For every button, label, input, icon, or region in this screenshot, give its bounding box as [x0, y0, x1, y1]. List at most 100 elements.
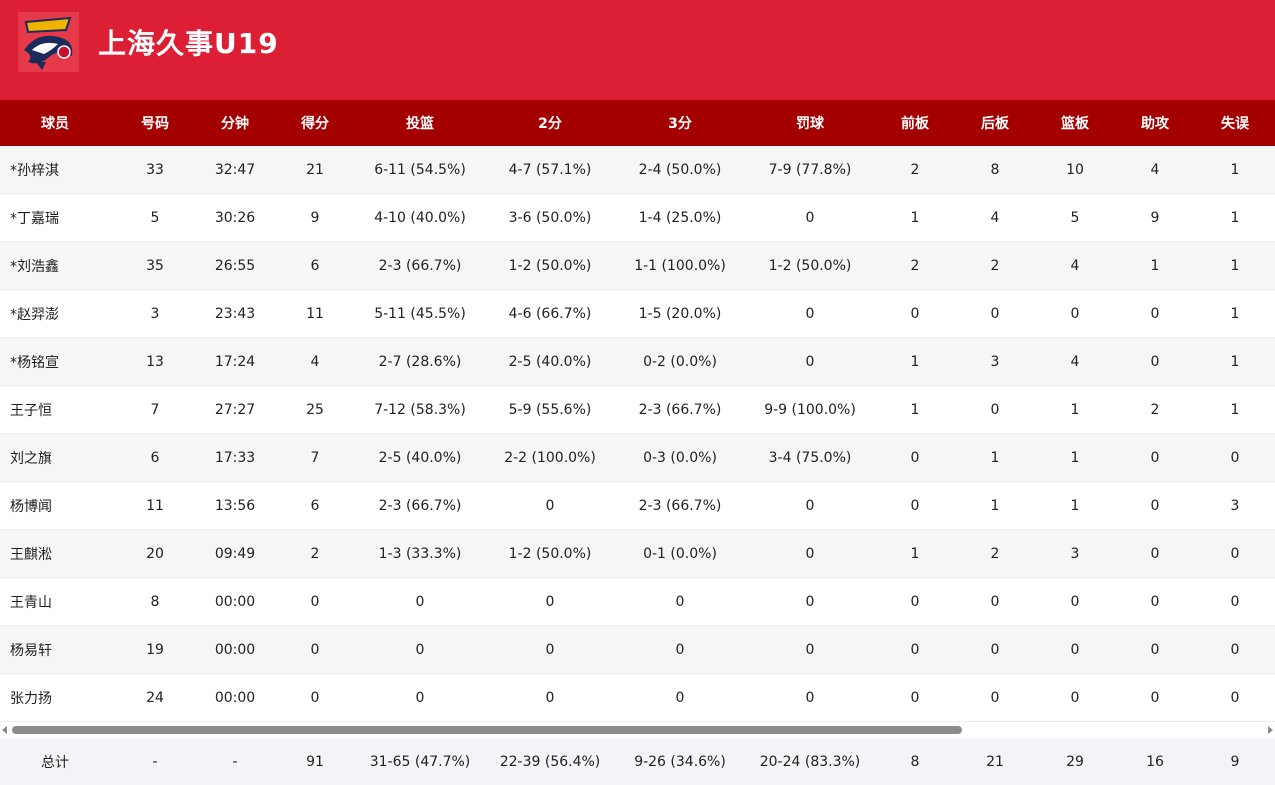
stat-cell: 0: [805, 305, 815, 322]
shark-logo-icon: [18, 12, 79, 72]
player-name: 张力扬: [10, 690, 52, 707]
stat-cell: 1: [1230, 209, 1240, 226]
stat-cell: 0: [910, 305, 920, 322]
scroll-thumb[interactable]: [12, 726, 962, 734]
stat-cell: 0: [1230, 689, 1240, 706]
stat-cell: 0: [1150, 545, 1160, 562]
stat-cell: 0: [310, 641, 320, 658]
horizontal-scrollbar[interactable]: [0, 722, 1275, 738]
stat-cell: 1: [990, 497, 1000, 514]
scroll-left-icon[interactable]: [2, 726, 7, 734]
total-cell: 31-65 (47.7%): [369, 753, 471, 770]
total-cell: 91: [306, 753, 324, 770]
table-row[interactable]: *赵羿澎 3 23:43 11 5-11 (45.5%) 4-6 (66.7%) 1-5 (…: [0, 290, 1275, 338]
stat-cell: 0: [545, 641, 555, 658]
player-name: 杨博闻: [10, 498, 52, 515]
total-cell: -: [152, 753, 158, 770]
column-header: 球员: [41, 116, 69, 132]
stat-cell: 0: [805, 593, 815, 610]
stat-cell: 0-2 (0.0%): [643, 353, 717, 370]
stat-cell: 1: [1150, 257, 1160, 274]
stat-cell: 11: [306, 305, 324, 322]
stat-cell: 6: [150, 449, 160, 466]
stat-cell: 7-12 (58.3%): [374, 401, 466, 418]
stat-cell: 2-2 (100.0%): [504, 449, 596, 466]
stat-cell: 23:43: [214, 305, 256, 322]
stat-cell: 6-11 (54.5%): [374, 161, 466, 178]
stat-cell: 5: [1070, 209, 1080, 226]
stat-cell: 0: [1070, 689, 1080, 706]
stat-cell: 2-3 (66.7%): [638, 497, 722, 514]
stat-cell: 3: [150, 305, 160, 322]
stat-cell: 9: [310, 209, 320, 226]
stat-cell: 1-2 (50.0%): [768, 257, 852, 274]
column-header: 2分: [538, 116, 562, 132]
stat-cell: 2-3 (66.7%): [378, 497, 462, 514]
stat-cell: 00:00: [214, 641, 256, 658]
stat-cell: 11: [146, 497, 164, 514]
stat-cell: 1-5 (20.0%): [638, 305, 722, 322]
stat-cell: 0: [990, 689, 1000, 706]
stat-cell: 0: [805, 689, 815, 706]
table-row[interactable]: *刘浩鑫 35 26:55 6 2-3 (66.7%) 1-2 (50.0%) 1-1 (1…: [0, 242, 1275, 290]
stat-cell: 1-1 (100.0%): [634, 257, 726, 274]
stat-cell: 35: [146, 257, 164, 274]
stat-cell: 0: [805, 545, 815, 562]
player-rows: *孙梓淇 33 32:47 21 6-11 (54.5%) 4-7 (57.1%) 2-4 …: [0, 146, 1275, 722]
stat-cell: 5: [150, 209, 160, 226]
table-row[interactable]: 刘之旗 6 17:33 7 2-5 (40.0%) 2-2 (100.0%) 0-3 (0.…: [0, 434, 1275, 482]
stat-cell: 13:56: [214, 497, 256, 514]
stat-cell: 3: [1230, 497, 1240, 514]
stat-cell: 0: [1150, 353, 1160, 370]
stat-cell: 1: [1230, 353, 1240, 370]
table-row[interactable]: *杨铭宣 13 17:24 4 2-7 (28.6%) 2-5 (40.0%) 0-2 (0…: [0, 338, 1275, 386]
stat-cell: 5-11 (45.5%): [374, 305, 466, 322]
stat-cell: 13: [146, 353, 164, 370]
stat-cell: 0: [1150, 689, 1160, 706]
player-name: *丁嘉瑞: [10, 210, 59, 227]
stat-cell: 27:27: [214, 401, 256, 418]
table-row[interactable]: *孙梓淇 33 32:47 21 6-11 (54.5%) 4-7 (57.1%) 2-4 …: [0, 146, 1275, 194]
stat-cell: 0: [675, 593, 685, 610]
stat-cell: 1: [910, 353, 920, 370]
table-row[interactable]: 王青山 8 00:00 0 0 0 0 0 0 0 0 0 0: [0, 578, 1275, 626]
scroll-right-icon[interactable]: [1268, 726, 1273, 734]
stat-cell: 4: [990, 209, 1000, 226]
column-header: 号码: [141, 116, 169, 132]
stat-cell: 2-3 (66.7%): [378, 257, 462, 274]
total-cell: 20-24 (83.3%): [759, 753, 861, 770]
stat-cell: 0: [675, 641, 685, 658]
stat-cell: 0: [415, 689, 425, 706]
stat-cell: 2: [910, 161, 920, 178]
column-header: 分钟: [221, 116, 249, 132]
total-cell: 16: [1146, 753, 1164, 770]
stat-cell: 3-6 (50.0%): [508, 209, 592, 226]
stat-cell: 0: [1070, 641, 1080, 658]
stat-cell: 0-3 (0.0%): [643, 449, 717, 466]
stat-cell: 19: [146, 641, 164, 658]
stat-cell: 2-5 (40.0%): [378, 449, 462, 466]
player-name: 王麒淞: [10, 546, 52, 563]
table-row[interactable]: *丁嘉瑞 5 30:26 9 4-10 (40.0%) 3-6 (50.0%) 1-4 (2…: [0, 194, 1275, 242]
table-row[interactable]: 杨易轩 19 00:00 0 0 0 0 0 0 0 0 0 0: [0, 626, 1275, 674]
table-row[interactable]: 杨博闻 11 13:56 6 2-3 (66.7%) 0 2-3 (66.7%) 0 0 1 1 0 3: [0, 482, 1275, 530]
stat-cell: 30:26: [214, 209, 256, 226]
table-row[interactable]: 张力扬 24 00:00 0 0 0 0 0 0 0 0 0 0: [0, 674, 1275, 722]
stat-cell: 2-5 (40.0%): [508, 353, 592, 370]
table-row[interactable]: 王子恒 7 27:27 25 7-12 (58.3%) 5-9 (55.6%) 2-3 (6…: [0, 386, 1275, 434]
stat-cell: 21: [306, 161, 324, 178]
stat-cell: 2: [910, 257, 920, 274]
stat-cell: 0: [805, 209, 815, 226]
stat-cell: 0: [1150, 593, 1160, 610]
stat-cell: 25: [306, 401, 324, 418]
table-row[interactable]: 王麒淞 20 09:49 2 1-3 (33.3%) 1-2 (50.0%) 0-1 (0.…: [0, 530, 1275, 578]
total-cell: 8: [910, 753, 920, 770]
stat-cell: 9-9 (100.0%): [764, 401, 856, 418]
stat-cell: 2: [990, 257, 1000, 274]
column-header: 3分: [668, 116, 692, 132]
stat-cell: 4: [1070, 353, 1080, 370]
stat-cell: 0: [805, 497, 815, 514]
stat-cell: 9: [1150, 209, 1160, 226]
stat-cell: 4-10 (40.0%): [374, 209, 466, 226]
stat-cell: 0: [1070, 593, 1080, 610]
